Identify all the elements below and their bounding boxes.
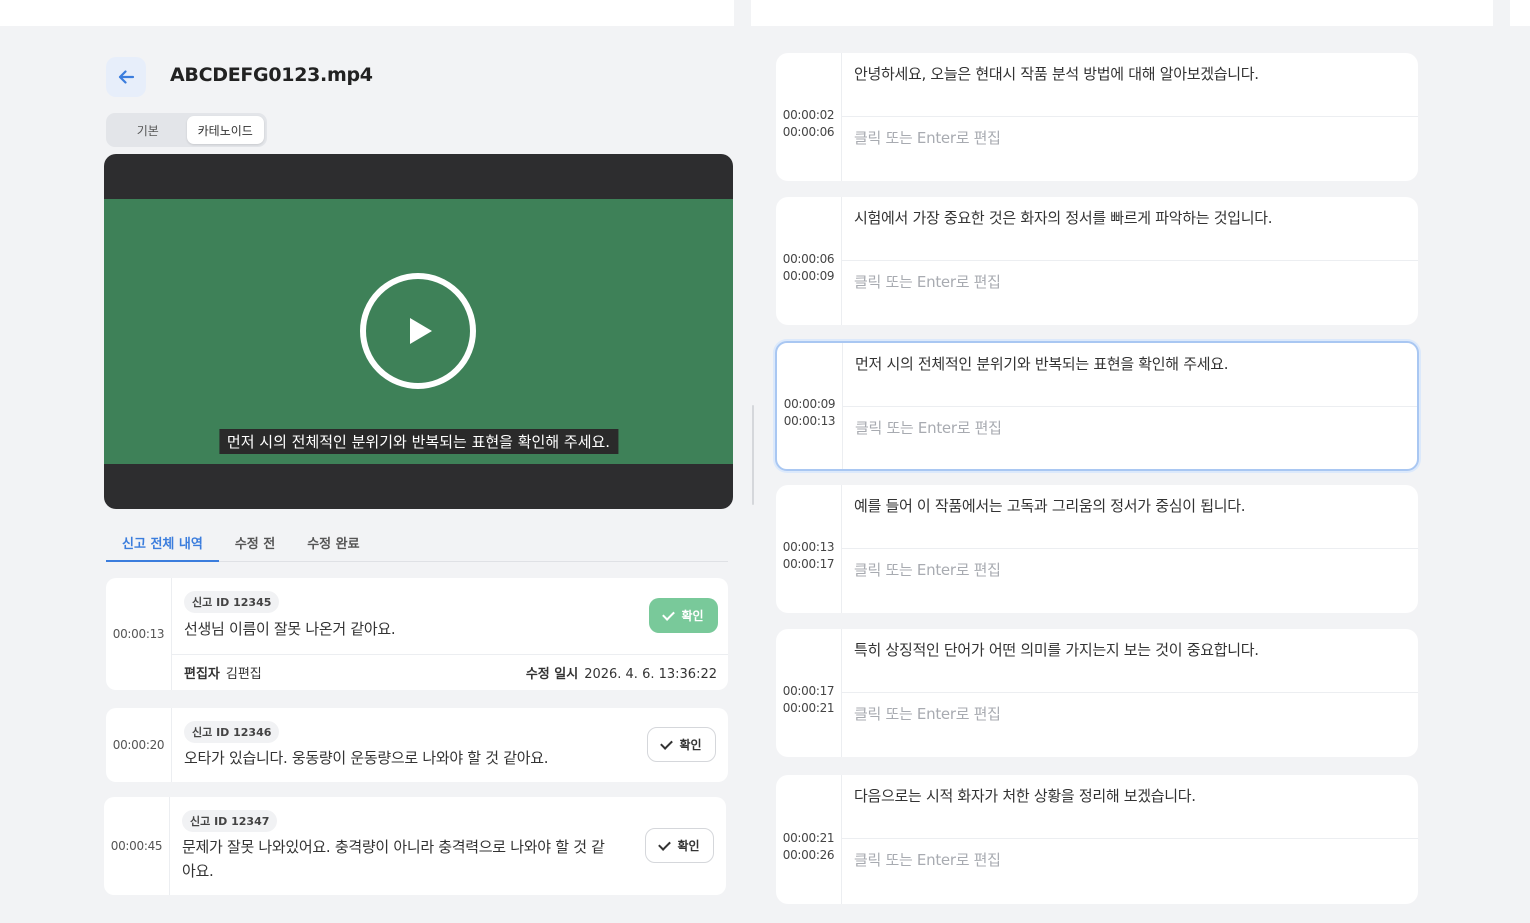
check-icon [658,837,672,851]
top-bar-edge [1510,0,1530,26]
confirm-label: 확인 [677,839,700,853]
toggle-karaoke[interactable]: 카테노이드 [186,116,264,144]
report-time: 00:00:20 [106,708,172,782]
subtitle-segment[interactable]: 00:00:13 00:00:17 예를 들어 이 작품에서는 고독과 그리움의… [776,485,1418,613]
segment-edit-field[interactable]: 클릭 또는 Enter로 편집 [842,117,1418,181]
editor-info: 편집자 김편집 [184,663,262,682]
panel-divider [734,0,751,923]
segment-end: 00:00:26 [782,847,835,862]
report-time: 00:00:13 [106,578,172,690]
top-bar-left [0,0,734,26]
confirm-label: 확인 [679,738,702,752]
segment-start: 00:00:09 [783,397,836,411]
report-text-line: 아요. [182,862,214,880]
subtitle-segment[interactable]: 00:00:06 00:00:09 시험에서 가장 중요한 것은 화자의 정서를… [776,197,1418,325]
file-title: ABCDEFG0123.mp4 [170,64,373,86]
report-id-badge: 신고 ID 12345 [184,591,280,613]
report-text: 오타가 있습니다. 웅동량이 운동량으로 나와야 할 것 같아요. [184,749,549,767]
segment-end: 00:00:09 [782,269,835,283]
modified-time: 2026. 4. 6. 13:36:22 [584,667,717,682]
top-bar-right [751,0,1493,26]
segment-times: 00:00:02 00:00:06 [776,53,842,181]
report-id-badge: 신고 ID 12346 [184,721,280,743]
play-icon [410,318,432,344]
confirm-button[interactable]: 확인 [647,727,716,762]
view-toggle: 기본 카테노이드 [106,113,267,147]
segment-times: 00:00:13 00:00:17 [776,485,842,613]
editor-name: 김편집 [225,667,262,682]
check-icon [662,607,676,621]
segment-times: 00:00:21 00:00:26 [776,775,842,904]
confirm-button[interactable]: 확인 [649,598,718,633]
segment-times: 00:00:06 00:00:09 [776,197,842,325]
segment-edit-field[interactable]: 클릭 또는 Enter로 편집 [842,839,1418,904]
segment-end: 00:00:13 [783,414,836,428]
report-text-line: 문제가 잘못 나와있어요. 충격량이 아니라 충격력으로 나와야 할 것 같 [182,838,605,856]
subtitle-segment[interactable]: 00:00:02 00:00:06 안녕하세요, 오늘은 현대시 작품 분석 방… [776,53,1418,181]
report-card: 00:00:20 신고 ID 12346 오타가 있습니다. 웅동량이 운동량으… [106,708,728,782]
segment-text: 예를 들어 이 작품에서는 고독과 그리움의 정서가 중심이 됩니다. [842,485,1418,549]
back-button[interactable] [106,57,146,97]
arrow-left-icon [118,70,135,84]
modified-info: 수정 일시 2026. 4. 6. 13:36:22 [526,663,717,682]
segment-edit-field[interactable]: 클릭 또는 Enter로 편집 [843,407,1417,469]
tab-before-edit[interactable]: 수정 전 [219,528,291,562]
subtitle-segment[interactable]: 00:00:17 00:00:21 특히 상징적인 단어가 어떤 의미를 가지는… [776,629,1418,757]
segment-start: 00:00:13 [782,540,835,554]
report-text: 선생님 이름이 잘못 나온거 같아요. [184,620,396,638]
confirm-button[interactable]: 확인 [645,828,714,863]
subtitle-segment-selected[interactable]: 00:00:09 00:00:13 먼저 시의 전체적인 분위기와 반복되는 표… [775,341,1419,471]
report-meta: 편집자 김편집 수정 일시 2026. 4. 6. 13:36:22 [172,654,728,690]
toggle-basic[interactable]: 기본 [109,116,187,144]
segment-edit-field[interactable]: 클릭 또는 Enter로 편집 [842,549,1418,613]
segment-text: 다음으로는 시적 화자가 처한 상황을 정리해 보겠습니다. [842,775,1418,839]
segment-end: 00:00:21 [782,701,835,715]
panel-resize-handle[interactable] [752,405,754,505]
segment-start: 00:00:02 [782,108,835,122]
editor-label: 편집자 [184,667,220,682]
video-caption: 먼저 시의 전체적인 분위기와 반복되는 표현을 확인해 주세요. [218,429,619,454]
video-player[interactable]: 먼저 시의 전체적인 분위기와 반복되는 표현을 확인해 주세요. [104,154,733,509]
check-icon [660,736,674,750]
segment-edit-field[interactable]: 클릭 또는 Enter로 편집 [842,693,1418,757]
report-id-badge: 신고 ID 12347 [182,810,278,832]
segment-text: 안녕하세요, 오늘은 현대시 작품 분석 방법에 대해 알아보겠습니다. [842,53,1418,117]
play-button[interactable] [360,273,476,389]
report-text: 문제가 잘못 나와있어요. 충격량이 아니라 충격력으로 나와야 할 것 같 아… [182,835,637,883]
report-card: 00:00:45 신고 ID 12347 문제가 잘못 나와있어요. 충격량이 … [104,797,726,895]
report-time: 00:00:45 [104,797,170,895]
segment-start: 00:00:17 [782,684,835,698]
subtitle-segment[interactable]: 00:00:21 00:00:26 다음으로는 시적 화자가 처한 상황을 정리… [776,775,1418,904]
segment-start: 00:00:21 [782,830,835,845]
segment-times: 00:00:17 00:00:21 [776,629,842,757]
tab-edit-complete[interactable]: 수정 완료 [291,528,375,562]
report-tabs: 신고 전체 내역 수정 전 수정 완료 [106,528,728,562]
segment-text: 특히 상징적인 단어가 어떤 의미를 가지는지 보는 것이 중요합니다. [842,629,1418,693]
segment-text: 시험에서 가장 중요한 것은 화자의 정서를 빠르게 파악하는 것입니다. [842,197,1418,261]
segment-times: 00:00:09 00:00:13 [777,343,843,469]
tab-all-reports[interactable]: 신고 전체 내역 [106,528,219,562]
report-card: 00:00:13 신고 ID 12345 선생님 이름이 잘못 나온거 같아요.… [106,578,728,690]
segment-end: 00:00:17 [782,557,835,571]
segment-start: 00:00:06 [782,252,835,266]
confirm-label: 확인 [681,609,704,623]
segment-end: 00:00:06 [782,125,835,139]
segment-text: 먼저 시의 전체적인 분위기와 반복되는 표현을 확인해 주세요. [843,343,1417,407]
modified-label: 수정 일시 [525,667,579,682]
segment-edit-field[interactable]: 클릭 또는 Enter로 편집 [842,261,1418,325]
